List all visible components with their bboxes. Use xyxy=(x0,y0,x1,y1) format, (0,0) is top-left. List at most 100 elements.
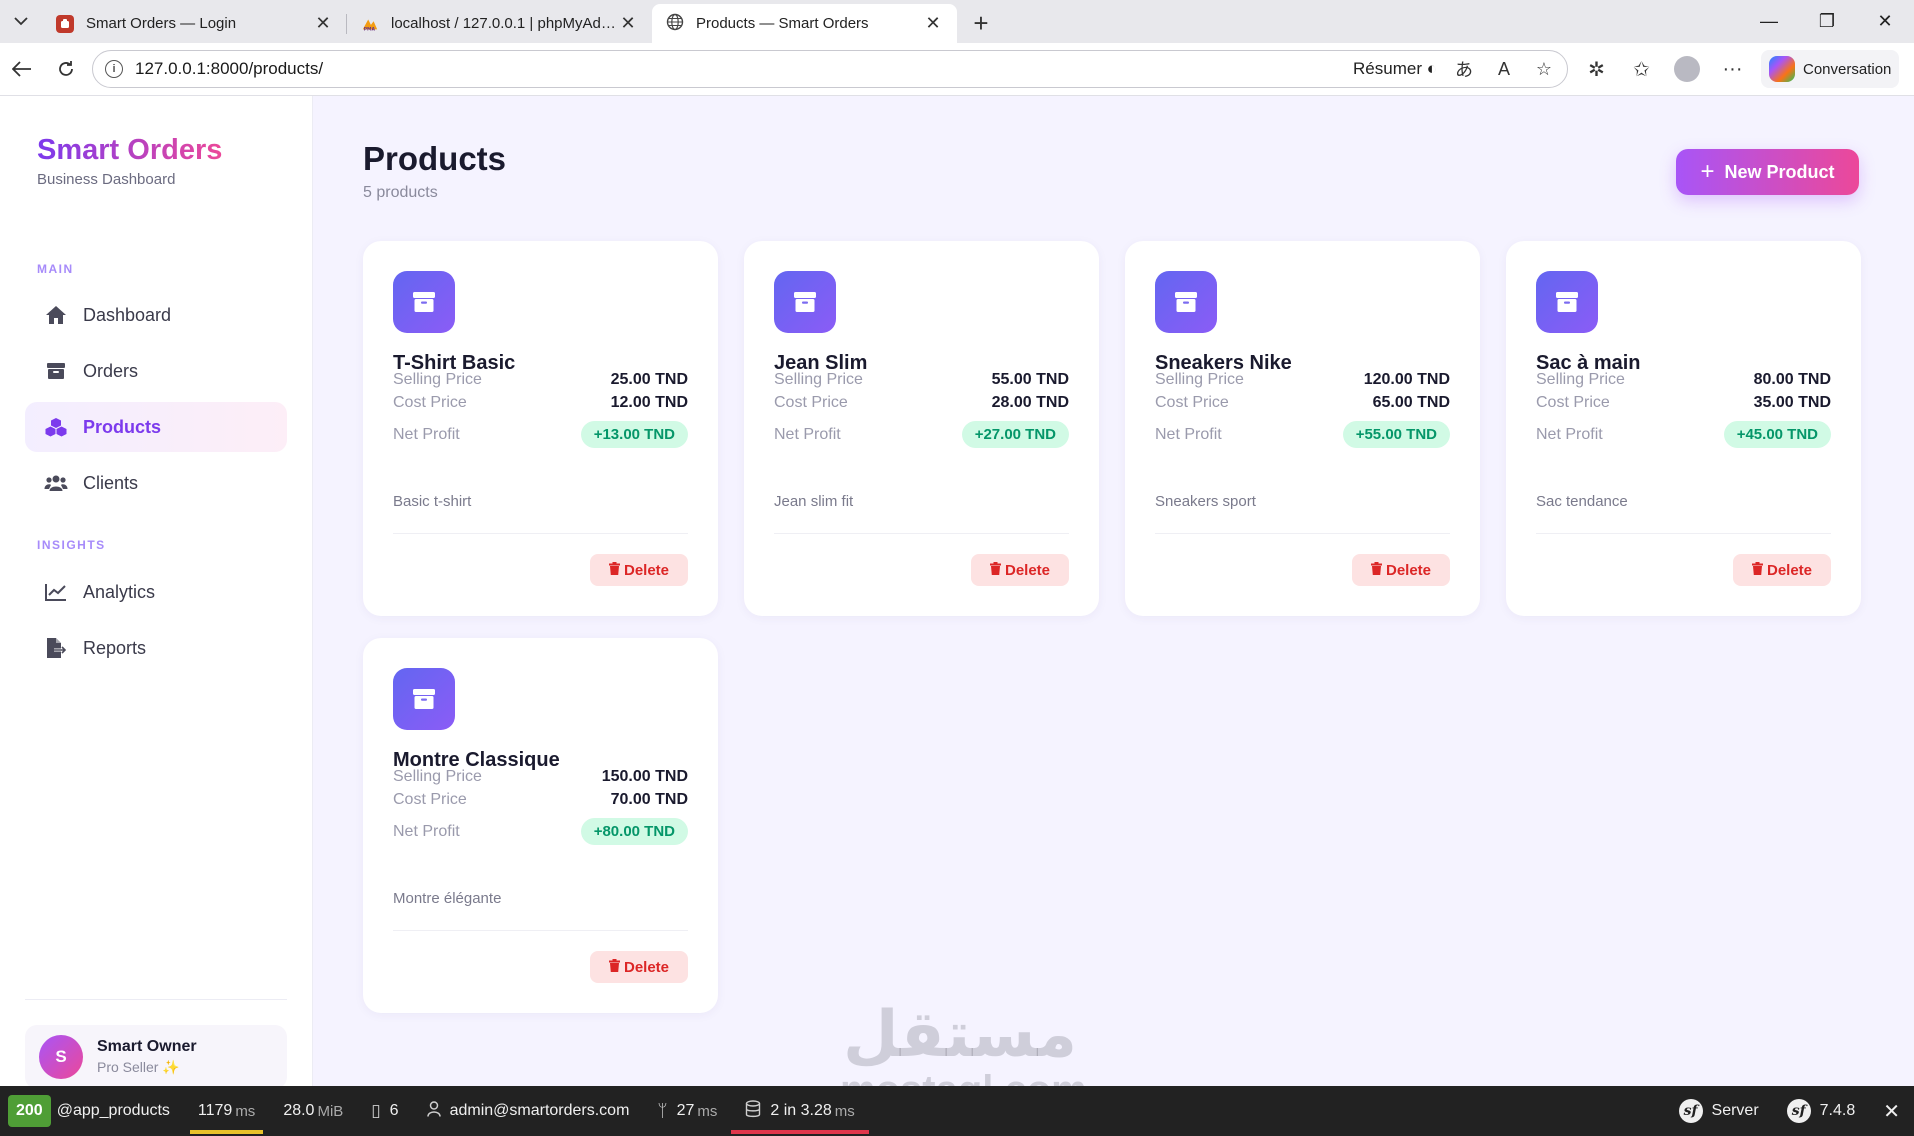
route-name[interactable]: @app_products xyxy=(51,1086,184,1136)
version-panel[interactable]: sf 7.4.8 xyxy=(1773,1086,1870,1136)
cost-price-value: 12.00 TND xyxy=(610,394,688,411)
conversation-button[interactable]: Conversation xyxy=(1761,50,1900,88)
cost-price-label: Cost Price xyxy=(1155,394,1229,411)
delete-button[interactable]: Delete xyxy=(971,554,1069,586)
net-profit-label: Net Profit xyxy=(774,425,841,443)
selling-price-value: 120.00 TND xyxy=(1363,371,1450,388)
net-profit-row: Net Profit +45.00 TND xyxy=(1536,421,1831,448)
database-icon xyxy=(745,1099,761,1123)
back-arrow-icon[interactable] xyxy=(0,49,44,89)
sidebar-item-dashboard[interactable]: Dashboard xyxy=(25,290,287,340)
sidebar-item-products[interactable]: Products xyxy=(25,402,287,452)
summarize-button[interactable]: Résumer ◐ xyxy=(1353,59,1437,79)
net-profit-row: Net Profit +13.00 TND xyxy=(393,421,688,448)
delete-button[interactable]: Delete xyxy=(590,554,688,586)
package-icon xyxy=(774,271,836,333)
product-count: 5 products xyxy=(363,184,438,201)
twig-time: 27 xyxy=(676,1102,695,1119)
minimize-icon[interactable]: — xyxy=(1740,0,1798,43)
favorite-star-icon[interactable]: ☆ xyxy=(1531,59,1557,80)
product-card: Sac à main Selling Price 80.00 TND Cost … xyxy=(1506,241,1861,616)
request-time[interactable]: 1179 ms xyxy=(184,1086,269,1136)
chart-line-icon xyxy=(43,581,69,603)
browser-tab-products[interactable]: Products — Smart Orders ✕ xyxy=(652,4,957,43)
close-tab-icon[interactable]: ✕ xyxy=(618,13,638,34)
product-card: T-Shirt Basic Selling Price 25.00 TND Co… xyxy=(363,241,718,616)
plus-icon: + xyxy=(1700,158,1715,185)
conversation-label: Conversation xyxy=(1803,60,1892,78)
tab-actions-chevron-icon[interactable] xyxy=(0,0,42,43)
sidebar-item-clients[interactable]: Clients xyxy=(25,458,287,508)
memory-usage[interactable]: 28.0 MiB xyxy=(269,1086,357,1136)
site-info-icon[interactable]: i xyxy=(105,60,123,78)
selling-price-row: Selling Price 55.00 TND xyxy=(774,371,1069,389)
file-export-icon xyxy=(43,637,69,659)
extensions-icon[interactable]: ✲ xyxy=(1574,57,1619,82)
browser-tab-phpmyadmin[interactable]: PMA localhost / 127.0.0.1 | phpMyAdmin ✕ xyxy=(347,4,652,43)
selling-price-row: Selling Price 80.00 TND xyxy=(1536,371,1831,389)
product-description: Sac tendance xyxy=(1536,493,1628,510)
new-tab-plus-icon[interactable]: + xyxy=(957,4,1005,43)
sidebar-item-analytics[interactable]: Analytics xyxy=(25,567,287,617)
url-text[interactable]: 127.0.0.1:8000/products/ xyxy=(135,59,1353,79)
close-window-icon[interactable]: ✕ xyxy=(1856,0,1914,43)
user-profile-card[interactable]: S Smart Owner Pro Seller ✨ xyxy=(25,1025,287,1089)
product-description: Basic t-shirt xyxy=(393,493,472,510)
package-icon xyxy=(1155,271,1217,333)
document-icon: ▯ xyxy=(371,1101,381,1120)
translate-icon[interactable]: あ xyxy=(1451,56,1477,82)
close-tab-icon[interactable]: ✕ xyxy=(923,13,943,34)
card-divider xyxy=(393,533,688,534)
db-queries: 2 in 3.28 xyxy=(770,1102,832,1119)
close-toolbar-icon[interactable]: ✕ xyxy=(1869,1086,1914,1136)
url-bar[interactable]: i 127.0.0.1:8000/products/ Résumer ◐ あ A… xyxy=(92,50,1568,88)
summarize-label: Résumer xyxy=(1353,59,1422,78)
delete-label: Delete xyxy=(1004,561,1051,579)
delete-button[interactable]: Delete xyxy=(590,951,688,983)
cost-price-row: Cost Price 12.00 TND xyxy=(393,394,688,412)
read-aloud-icon[interactable]: A xyxy=(1491,59,1517,80)
delete-label: Delete xyxy=(623,958,670,976)
cost-price-label: Cost Price xyxy=(393,394,467,411)
delete-button[interactable]: Delete xyxy=(1352,554,1450,586)
product-description: Sneakers sport xyxy=(1155,493,1256,510)
tab-title: Smart Orders — Login xyxy=(86,15,237,32)
cost-price-value: 65.00 TND xyxy=(1372,394,1450,411)
new-product-button[interactable]: + New Product xyxy=(1676,149,1859,195)
net-profit-label: Net Profit xyxy=(1536,425,1603,443)
database-panel[interactable]: 2 in 3.28 ms xyxy=(731,1086,870,1136)
server-label: Server xyxy=(1711,1102,1759,1119)
twig-icon: ᛘ xyxy=(657,1101,668,1120)
more-menu-icon[interactable]: ··· xyxy=(1710,58,1755,81)
browser-tab-login[interactable]: Smart Orders — Login ✕ xyxy=(42,4,347,43)
sidebar-item-orders[interactable]: Orders xyxy=(25,346,287,396)
status-code-badge[interactable]: 200 xyxy=(8,1095,51,1127)
card-divider xyxy=(393,930,688,931)
package-icon xyxy=(393,271,455,333)
globe-icon xyxy=(666,13,684,35)
omnibox-tools: Résumer ◐ あ A ☆ xyxy=(1353,56,1557,82)
logs-panel[interactable]: ▯ 6 xyxy=(357,1086,412,1136)
reload-icon[interactable] xyxy=(44,49,88,89)
favorites-icon[interactable]: ✩ xyxy=(1619,57,1664,82)
copilot-icon xyxy=(1769,56,1795,82)
user-role: Pro Seller ✨ xyxy=(97,1059,180,1075)
net-profit-badge: +13.00 TND xyxy=(580,421,688,448)
restore-icon[interactable]: ❐ xyxy=(1798,0,1856,43)
server-panel[interactable]: sf Server xyxy=(1665,1086,1773,1136)
logged-user: admin@smartorders.com xyxy=(449,1102,630,1119)
summarize-icon: ◐ xyxy=(1426,59,1437,78)
delete-label: Delete xyxy=(623,561,670,579)
profile-avatar-icon[interactable] xyxy=(1674,56,1700,82)
brand[interactable]: Smart Orders Business Dashboard xyxy=(37,134,222,188)
product-card: Montre Classique Selling Price 150.00 TN… xyxy=(363,638,718,1013)
package-icon xyxy=(393,668,455,730)
net-profit-badge: +45.00 TND xyxy=(1723,421,1831,448)
phpmyadmin-favicon-icon: PMA xyxy=(361,15,379,33)
twig-panel[interactable]: ᛘ 27 ms xyxy=(643,1086,731,1136)
security-panel[interactable]: admin@smartorders.com xyxy=(413,1086,644,1136)
sidebar-item-reports[interactable]: Reports xyxy=(25,623,287,673)
delete-button[interactable]: Delete xyxy=(1733,554,1831,586)
cost-price-row: Cost Price 70.00 TND xyxy=(393,791,688,809)
close-tab-icon[interactable]: ✕ xyxy=(313,13,333,34)
